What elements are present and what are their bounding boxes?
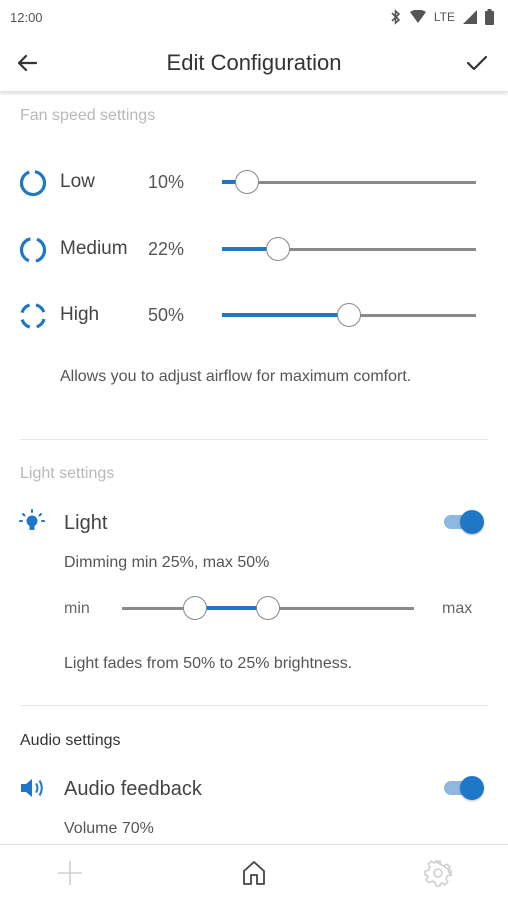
fan-speed-medium-icon: [19, 236, 47, 264]
fan-speed-slider-high[interactable]: [222, 300, 476, 330]
settings-button[interactable]: [420, 855, 456, 891]
wifi-icon: [409, 10, 426, 23]
fan-speed-low-icon: [19, 169, 47, 197]
lte-signal-icon: [463, 10, 477, 24]
light-row: Light: [18, 506, 488, 540]
status-bar: 12:00 LTE: [0, 0, 508, 34]
audio-feedback-label: Audio feedback: [64, 778, 202, 800]
save-button[interactable]: [460, 46, 494, 80]
audio-feedback-row: Audio feedback: [18, 772, 488, 806]
home-button[interactable]: [236, 855, 272, 891]
fan-description: Allows you to adjust airflow for maximum…: [60, 368, 412, 385]
add-button[interactable]: [52, 855, 88, 891]
range-min-label: min: [64, 600, 90, 617]
settings-icon: [424, 860, 452, 887]
fan-speed-label: Low: [60, 171, 95, 192]
audio-feedback-toggle[interactable]: [444, 775, 484, 801]
slider-track: [222, 181, 476, 184]
check-icon: [466, 55, 488, 71]
light-label: Light: [64, 512, 108, 534]
slider-thumb[interactable]: [337, 303, 361, 327]
fan-speed-high-icon: [19, 302, 47, 330]
fan-speed-value: 22%: [148, 239, 185, 259]
range-thumb-min[interactable]: [183, 596, 207, 620]
fan-speed-row-high: High 50%: [18, 295, 480, 335]
status-icons: LTE: [390, 9, 494, 25]
slider-thumb[interactable]: [235, 170, 260, 194]
fan-speed-row-medium: Medium 22%: [18, 229, 480, 269]
fan-speed-label: High: [60, 304, 100, 325]
light-toggle[interactable]: [444, 509, 484, 535]
page-title: Edit Configuration: [166, 49, 342, 75]
fan-speed-slider-medium[interactable]: [222, 234, 476, 264]
fan-speed-value: 10%: [148, 172, 185, 192]
volume-text: Volume 70%: [64, 820, 154, 837]
battery-icon: [485, 9, 494, 25]
toggle-knob: [460, 510, 484, 534]
range-max-label: max: [442, 600, 473, 617]
section-divider: [20, 439, 488, 440]
fan-speed-slider-low[interactable]: [222, 167, 476, 197]
app-bar: Edit Configuration: [0, 34, 508, 92]
add-icon: [58, 861, 82, 885]
light-dimming-range-slider[interactable]: [122, 593, 414, 623]
arrow-left-icon: [17, 54, 38, 72]
home-icon: [243, 861, 265, 885]
bottom-navigation: [0, 844, 508, 900]
range-thumb-max[interactable]: [256, 596, 280, 620]
fan-speed-row-low: Low 10%: [18, 162, 480, 202]
slider-fill: [222, 313, 349, 317]
section-divider: [20, 705, 488, 706]
toggle-knob: [460, 776, 484, 800]
slider-thumb[interactable]: [265, 237, 290, 261]
fade-text: Light fades from 50% to 25% brightness.: [64, 655, 353, 672]
audio-section-header: Audio settings: [20, 732, 121, 749]
status-time: 12:00: [10, 9, 43, 25]
light-section-header: Light settings: [20, 465, 115, 482]
fan-speed-label: Medium: [60, 238, 128, 259]
fan-speed-value: 50%: [148, 305, 185, 325]
fan-section-header: Fan speed settings: [20, 107, 156, 124]
back-button[interactable]: [10, 46, 44, 80]
dimming-text: Dimming min 25%, max 50%: [64, 554, 270, 571]
light-bulb-icon: [19, 509, 45, 530]
speaker-icon: [21, 779, 43, 797]
settings-content[interactable]: Fan speed settings Low 10% Medium 22% Hi: [0, 92, 508, 844]
network-type: LTE: [433, 10, 455, 24]
bluetooth-icon: [391, 9, 401, 25]
